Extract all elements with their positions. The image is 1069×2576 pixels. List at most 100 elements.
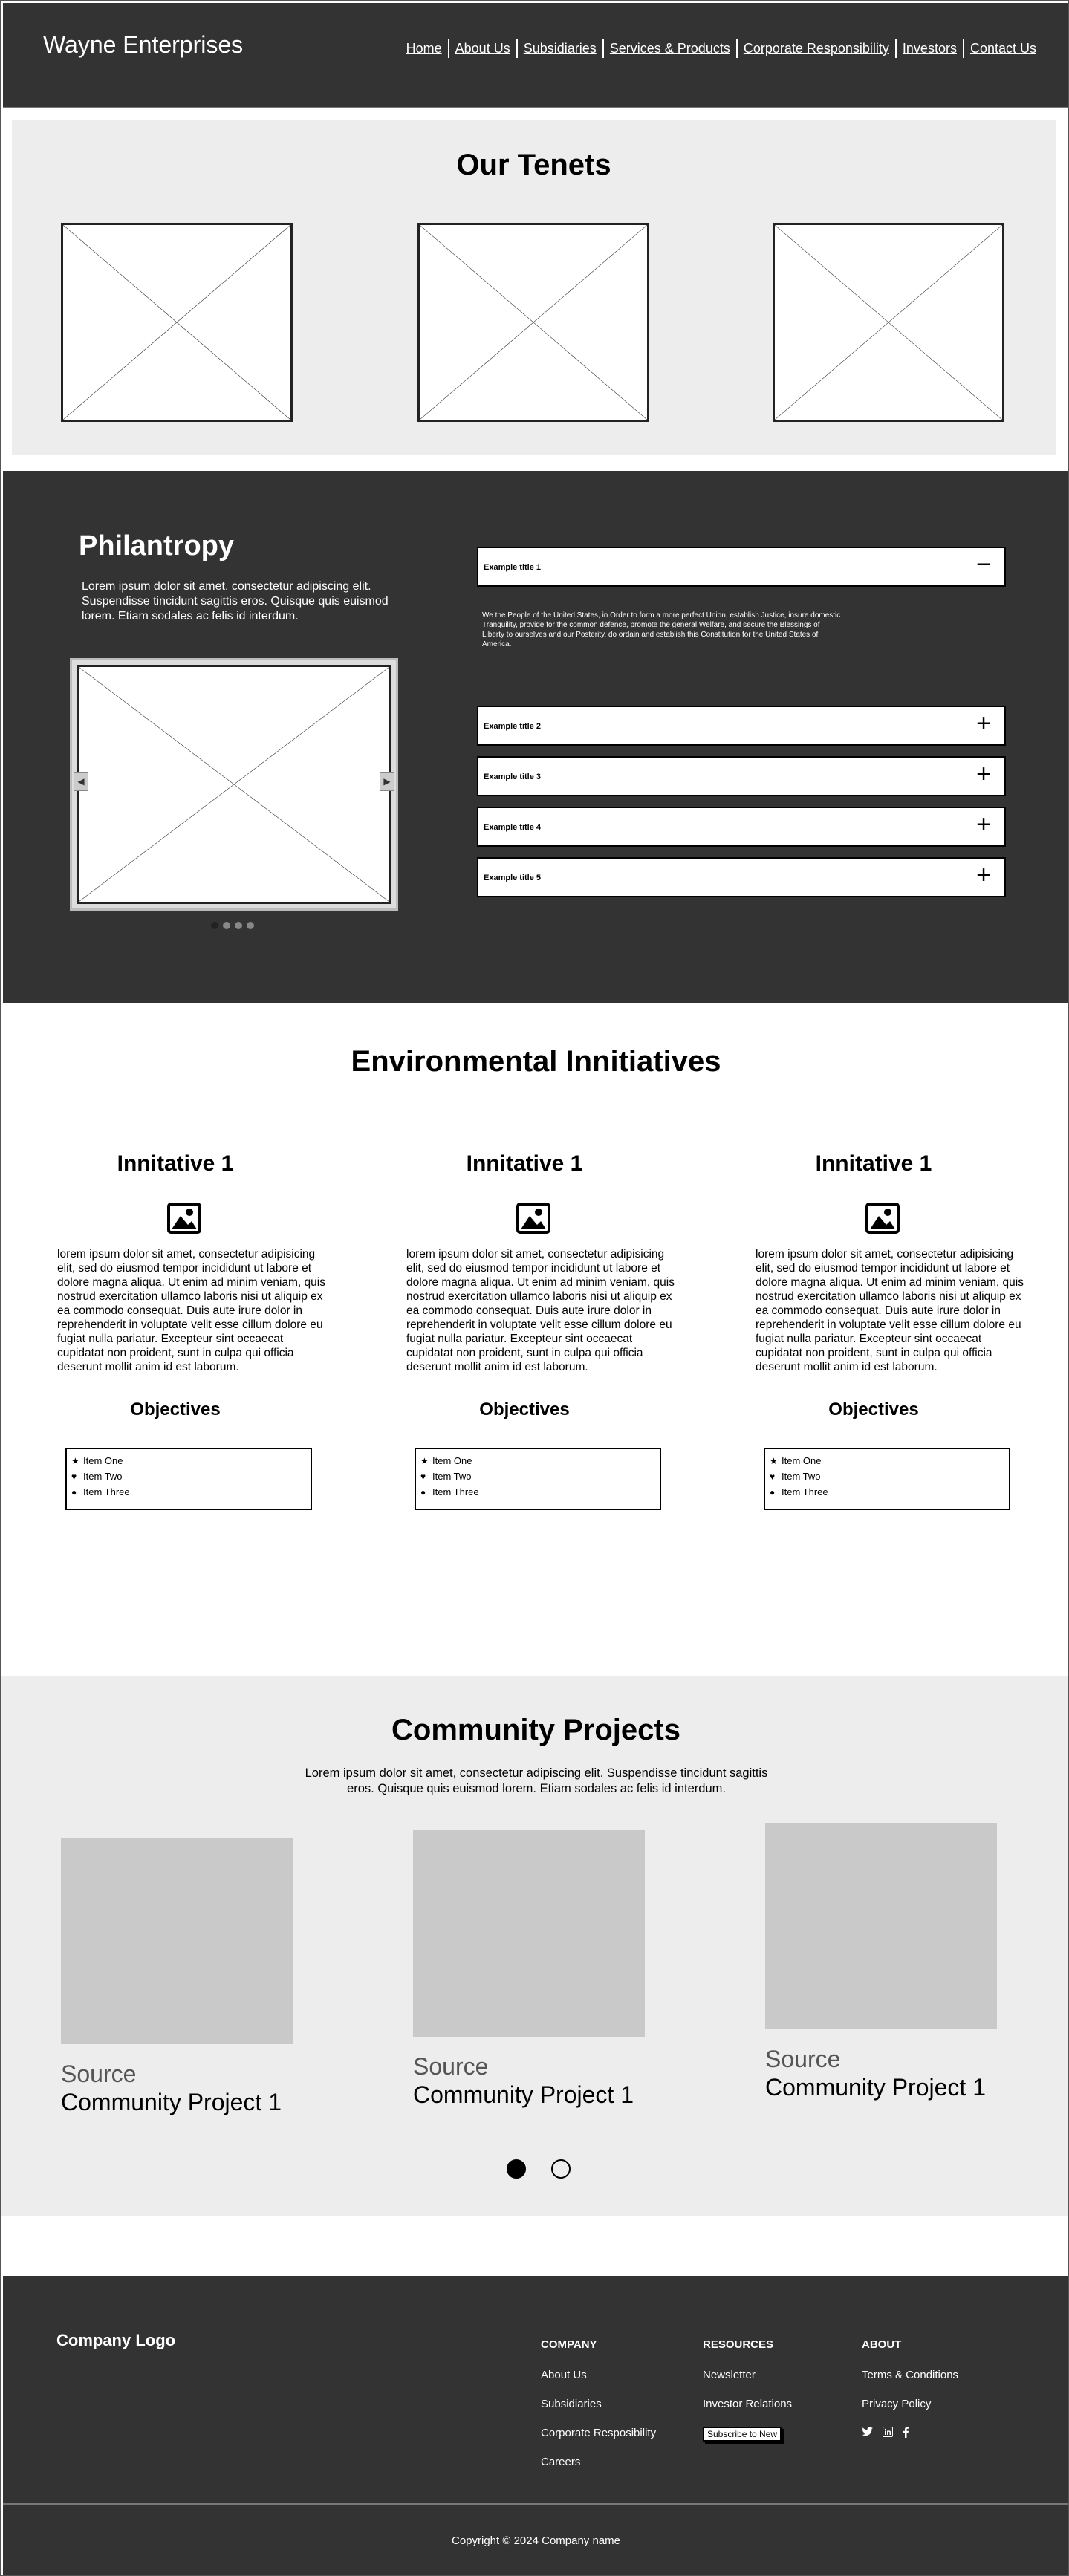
- linkedin-icon[interactable]: [883, 2427, 893, 2437]
- environmental-title: Environmental Innitiatives: [351, 1045, 721, 1078]
- carousel-dots: [211, 922, 254, 929]
- heart-icon: ♥: [420, 1471, 426, 1482]
- objectives-title: Objectives: [828, 1399, 919, 1419]
- accordion-item-5[interactable]: Example title 5 +: [477, 857, 1006, 897]
- list-item-label: Item One: [432, 1455, 472, 1466]
- accordion-title: Example title 4: [484, 823, 542, 832]
- list-item-label: Item Three: [432, 1486, 479, 1497]
- initiative-text: lorem ipsum dolor sit amet, consectetur …: [756, 1248, 1024, 1373]
- tenet-image-placeholder: [773, 223, 1004, 422]
- minus-icon[interactable]: −: [976, 550, 991, 579]
- footer-divider: [3, 2503, 1068, 2505]
- project-image[interactable]: [765, 1823, 997, 2029]
- accordion-item-4[interactable]: Example title 4 +: [477, 807, 1006, 847]
- nav-contact-us[interactable]: Contact Us: [962, 39, 1042, 58]
- project-source: Source: [61, 2061, 137, 2087]
- project-source: Source: [765, 2046, 841, 2072]
- list-item-label: Item One: [83, 1455, 123, 1466]
- plus-icon[interactable]: +: [976, 709, 991, 738]
- nav-subsidiaries[interactable]: Subsidiaries: [516, 39, 602, 58]
- main-nav: Home About Us Subsidiaries Services & Pr…: [400, 39, 1042, 58]
- footer-link[interactable]: Subsidiaries: [541, 2398, 656, 2427]
- footer-link[interactable]: Corporate Resposibility: [541, 2427, 656, 2456]
- twitter-icon[interactable]: [862, 2427, 874, 2437]
- list-item-label: Item Two: [782, 1471, 821, 1482]
- project-title[interactable]: Community Project 1: [61, 2089, 282, 2116]
- circle-icon: ●: [71, 1486, 77, 1497]
- carousel-dot[interactable]: [235, 922, 242, 929]
- nav-investors[interactable]: Investors: [894, 39, 963, 58]
- footer-link[interactable]: Newsletter: [703, 2369, 792, 2398]
- philantropy-text: Lorem ipsum dolor sit amet, consectetur …: [82, 580, 389, 622]
- objectives-list: ★ Item One ♥ Item Two ● Item Three: [65, 1448, 312, 1510]
- list-item-label: Item Three: [782, 1486, 828, 1497]
- project-title[interactable]: Community Project 1: [765, 2074, 986, 2101]
- carousel-dot[interactable]: [223, 922, 230, 929]
- nav-about-us[interactable]: About Us: [447, 39, 516, 58]
- image-icon: [865, 1203, 900, 1234]
- copyright-text: Copyright © 2024 Company name: [451, 2534, 620, 2547]
- objectives-title: Objectives: [479, 1399, 570, 1419]
- carousel-dot[interactable]: [247, 922, 254, 929]
- project-source: Source: [413, 2053, 489, 2080]
- footer-link[interactable]: Terms & Conditions: [862, 2369, 958, 2398]
- company-logo[interactable]: Company Logo: [56, 2331, 175, 2350]
- footer-heading: RESOURCES: [703, 2338, 774, 2351]
- facebook-icon[interactable]: [902, 2427, 909, 2438]
- plus-icon[interactable]: +: [976, 860, 991, 890]
- heart-icon: ♥: [71, 1471, 77, 1482]
- pagination-dot[interactable]: [551, 2159, 571, 2179]
- project-title[interactable]: Community Project 1: [413, 2081, 634, 2109]
- accordion-item-1[interactable]: Example title 1 −: [477, 547, 1006, 587]
- image-carousel[interactable]: ◀ ▶: [70, 658, 398, 911]
- list-item: ♥ Item Two: [770, 1468, 1009, 1484]
- tenets-title: Our Tenets: [456, 149, 611, 181]
- community-text: Lorem ipsum dolor sit amet, consectetur …: [305, 1766, 768, 1795]
- list-item: ● Item Three: [770, 1484, 1009, 1500]
- footer-link[interactable]: Investor Relations: [703, 2398, 792, 2427]
- list-item: ♥ Item Two: [71, 1468, 311, 1484]
- initiative-title: Innitative 1: [466, 1151, 583, 1176]
- carousel-dot[interactable]: [211, 922, 218, 929]
- list-item-label: Item One: [782, 1455, 822, 1466]
- list-item-label: Item Three: [83, 1486, 130, 1497]
- page: Wayne Enterprises Home About Us Subsidia…: [0, 0, 1069, 2576]
- philantropy-title: Philantropy: [79, 530, 235, 562]
- footer-column-company: COMPANY About Us Subsidiaries Corporate …: [541, 2338, 656, 2485]
- accordion-item-3[interactable]: Example title 3 +: [477, 756, 1006, 796]
- site-footer: Company Logo COMPANY About Us Subsidiari…: [3, 2276, 1068, 2575]
- nav-home[interactable]: Home: [400, 39, 448, 58]
- footer-link[interactable]: Careers: [541, 2456, 656, 2485]
- community-title: Community Projects: [391, 1714, 680, 1746]
- objectives-title: Objectives: [130, 1399, 221, 1419]
- pagination-dot-active[interactable]: [507, 2159, 526, 2179]
- objectives-list: ★ Item One ♥ Item Two ● Item Three: [415, 1448, 661, 1510]
- footer-column-resources: RESOURCES Newsletter Investor Relations …: [703, 2338, 792, 2456]
- nav-services-products[interactable]: Services & Products: [602, 39, 736, 58]
- subscribe-button[interactable]: Subscribe to New: [703, 2427, 782, 2442]
- footer-heading: ABOUT: [862, 2338, 902, 2351]
- project-image[interactable]: [413, 1830, 645, 2037]
- project-image[interactable]: [61, 1838, 293, 2044]
- footer-link[interactable]: About Us: [541, 2369, 656, 2398]
- footer-subscribe-row: Subscribe to New: [703, 2427, 792, 2456]
- accordion-item-2[interactable]: Example title 2 +: [477, 706, 1006, 746]
- star-icon: ★: [770, 1455, 778, 1466]
- accordion-title: Example title 5: [484, 874, 542, 882]
- tenets-section: Our Tenets: [12, 120, 1056, 455]
- plus-icon[interactable]: +: [976, 810, 991, 839]
- nav-corporate-responsibility[interactable]: Corporate Responsibility: [735, 39, 895, 58]
- initiative-title: Innitative 1: [815, 1151, 932, 1176]
- social-links: [862, 2427, 958, 2438]
- accordion-title: Example title 1: [484, 563, 542, 572]
- chevron-right-icon[interactable]: ▶: [380, 772, 394, 791]
- plus-icon[interactable]: +: [976, 759, 991, 789]
- brand-name[interactable]: Wayne Enterprises: [43, 31, 243, 59]
- list-item: ♥ Item Two: [420, 1468, 660, 1484]
- initiative-title: Innitative 1: [117, 1151, 234, 1176]
- circle-icon: ●: [770, 1486, 776, 1497]
- site-header: Wayne Enterprises Home About Us Subsidia…: [3, 3, 1068, 108]
- chevron-left-icon[interactable]: ◀: [74, 772, 88, 791]
- tenet-image-placeholder: [61, 223, 293, 422]
- footer-link[interactable]: Privacy Policy: [862, 2398, 958, 2427]
